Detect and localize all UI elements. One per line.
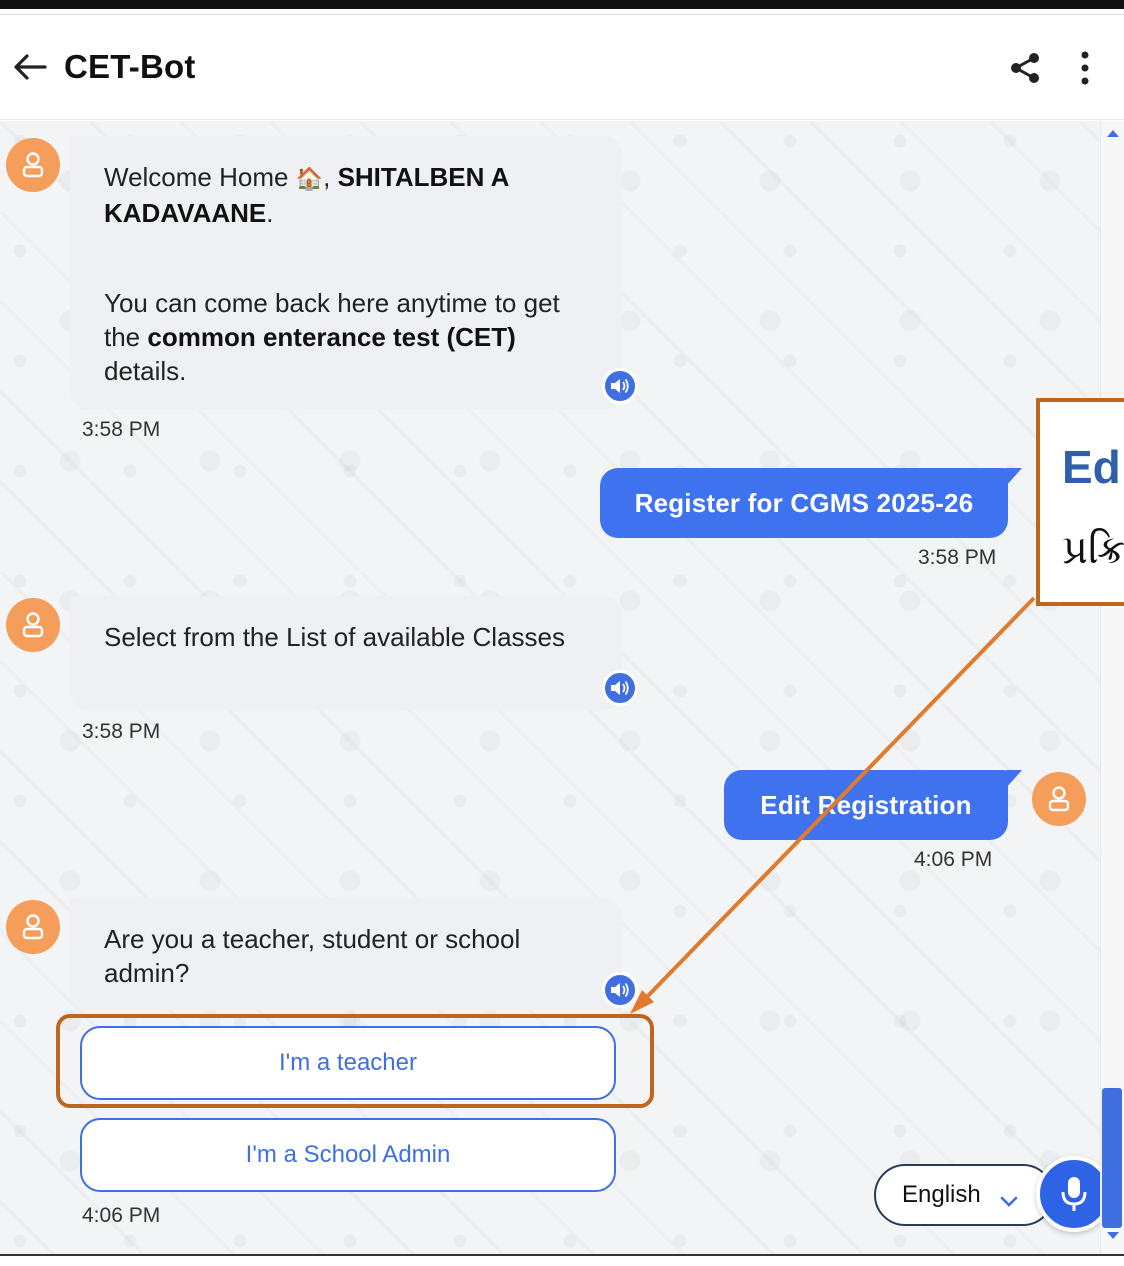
annotation-title: Ed — [1062, 441, 1121, 493]
user-avatar-icon — [22, 612, 44, 638]
language-select[interactable]: English — [874, 1164, 1054, 1226]
chat-header: CET-Bot — [0, 16, 1124, 120]
speaker-icon[interactable] — [602, 368, 638, 404]
welcome-comma: , — [323, 162, 338, 192]
speaker-icon[interactable] — [602, 670, 638, 706]
bot-message-select-class: Select from the List of available Classe… — [70, 596, 622, 710]
speaker-icon[interactable] — [602, 972, 638, 1008]
bot-message-text: Are you a teacher, student or school adm… — [104, 924, 521, 988]
page-title: CET-Bot — [64, 48, 196, 85]
welcome-line: Welcome Home 🏠, SHITALBEN A KADAVAANE. — [104, 160, 588, 230]
message-time: 4:06 PM — [82, 1204, 161, 1227]
scrollbar-thumb[interactable] — [1102, 1088, 1122, 1228]
annotation-highlight-box — [56, 1014, 654, 1108]
user-message-register: Register for CGMS 2025-26 — [600, 468, 1022, 538]
back-arrow-icon[interactable] — [12, 52, 48, 82]
microphone-icon — [1061, 1177, 1087, 1211]
user-message-edit: Edit Registration — [724, 770, 1022, 840]
bot-message-text: Select from the List of available Classe… — [104, 622, 565, 652]
window-bottom-border — [0, 1254, 1124, 1266]
annotation-callout: Ed પ્રક્રિ — [1036, 398, 1124, 606]
more-vertical-icon[interactable] — [1074, 50, 1096, 86]
welcome-period: . — [266, 198, 274, 228]
message-time: 3:58 PM — [82, 418, 161, 441]
bot-avatar — [6, 900, 60, 954]
bot-avatar — [6, 598, 60, 652]
welcome-info: You can come back here anytime to get th… — [104, 286, 588, 388]
annotation-subtitle: પ્રક્રિ — [1062, 528, 1124, 572]
welcome-info-suffix: details. — [104, 356, 187, 386]
user-avatar — [1032, 772, 1086, 826]
message-time: 3:58 PM — [82, 720, 161, 743]
bot-message-welcome: Welcome Home 🏠, SHITALBEN A KADAVAANE. Y… — [70, 136, 622, 410]
window-top-gap — [0, 9, 1124, 15]
bot-avatar — [6, 138, 60, 192]
house-emoji-icon: 🏠 — [295, 166, 324, 191]
option-school-admin-button[interactable]: I'm a School Admin — [80, 1118, 616, 1192]
option-label: I'm a School Admin — [245, 1141, 451, 1168]
scroll-down-arrow-icon[interactable] — [1107, 1232, 1119, 1239]
language-selected-value: English — [902, 1181, 981, 1208]
share-icon[interactable] — [1008, 52, 1042, 84]
user-avatar-icon — [1048, 786, 1070, 812]
window-top-border — [0, 0, 1124, 9]
scroll-up-arrow-icon[interactable] — [1107, 130, 1119, 137]
welcome-text: Welcome Home — [104, 162, 289, 192]
chevron-down-icon — [1000, 1188, 1018, 1207]
user-message-text: Register for CGMS 2025-26 — [634, 487, 974, 518]
bot-message-role: Are you a teacher, student or school adm… — [70, 898, 622, 1010]
user-avatar-icon — [22, 152, 44, 178]
message-time: 3:58 PM — [918, 546, 997, 569]
message-time: 4:06 PM — [914, 848, 993, 871]
user-message-text: Edit Registration — [760, 789, 972, 820]
welcome-info-bold: common enterance test (CET) — [147, 322, 516, 352]
chat-scrollbar[interactable] — [1100, 121, 1124, 1254]
user-avatar-icon — [22, 914, 44, 940]
